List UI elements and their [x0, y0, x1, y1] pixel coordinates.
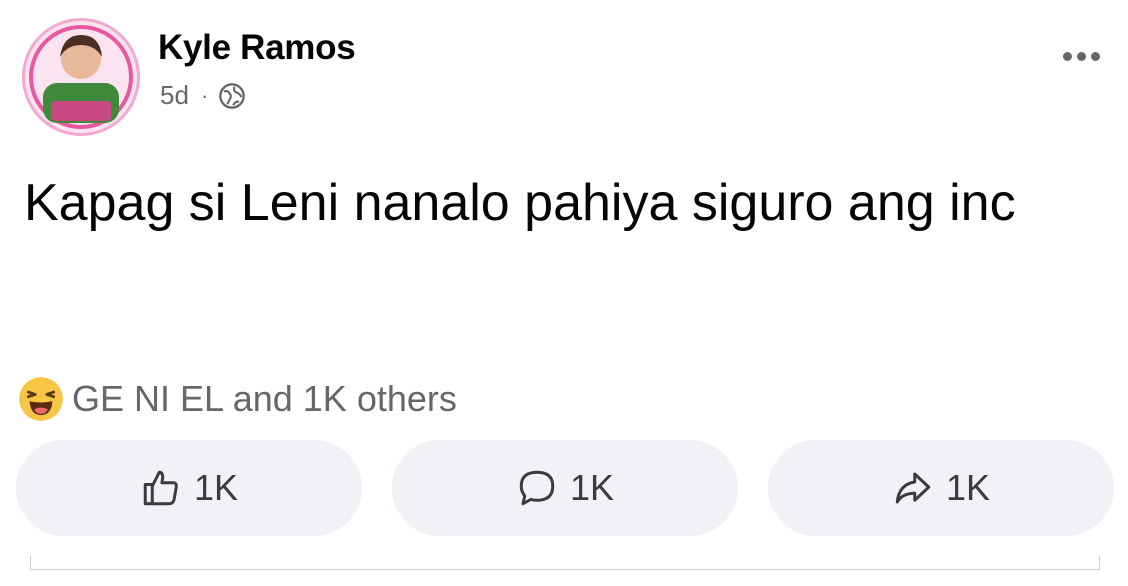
- thumbs-up-icon: [143, 470, 178, 506]
- globe-icon[interactable]: [218, 82, 246, 110]
- share-count: 1K: [945, 467, 991, 508]
- avatar-image: [25, 21, 137, 133]
- ellipsis-dot-icon: [1091, 52, 1100, 61]
- avatar[interactable]: [22, 18, 140, 136]
- more-options-button[interactable]: [1063, 52, 1100, 61]
- action-bar: 1K 1K 1K: [16, 440, 1114, 536]
- reactions-summary[interactable]: GE NI EL and 1K others: [18, 376, 457, 422]
- haha-emoji-icon: [19, 377, 63, 421]
- like-count: 1K: [193, 467, 239, 508]
- comment-count: 1K: [569, 467, 615, 508]
- share-arrow-icon: [895, 472, 931, 504]
- ellipsis-dot-icon: [1063, 52, 1072, 61]
- like-button[interactable]: 1K: [16, 440, 362, 536]
- comment-bubble-icon: [519, 470, 555, 506]
- facebook-post: Kyle Ramos 5d · Kapag si Leni nanalo pah…: [0, 0, 1128, 586]
- comment-area-edge: [30, 556, 1100, 570]
- reactions-summary-text: GE NI EL and 1K others: [72, 378, 457, 419]
- share-button[interactable]: 1K: [768, 440, 1114, 536]
- meta-separator: ·: [200, 82, 209, 108]
- post-timestamp[interactable]: 5d: [160, 80, 189, 111]
- post-meta: 5d ·: [160, 80, 246, 111]
- post-text: Kapag si Leni nanalo pahiya siguro ang i…: [24, 174, 1016, 232]
- author-name[interactable]: Kyle Ramos: [158, 28, 356, 68]
- comment-button[interactable]: 1K: [392, 440, 738, 536]
- ellipsis-dot-icon: [1077, 52, 1086, 61]
